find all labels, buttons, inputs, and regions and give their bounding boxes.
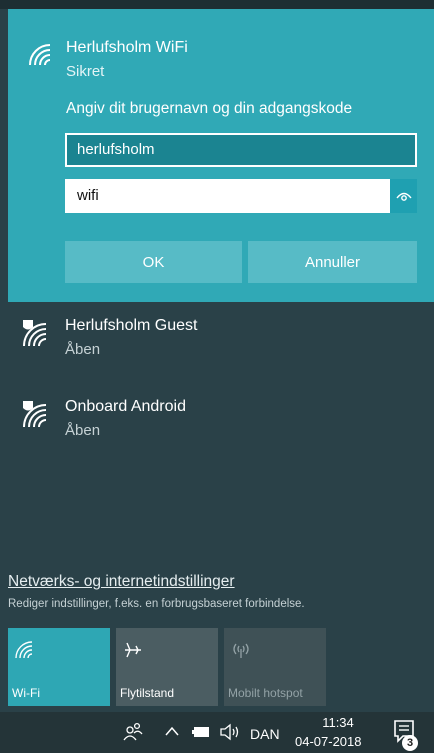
network-name: Herlufsholm WiFi — [66, 39, 188, 56]
quick-action-airplane-mode[interactable]: Flytilstand — [116, 628, 218, 706]
hotspot-icon — [233, 643, 249, 658]
unsecured-wifi-icon — [23, 401, 47, 428]
input-language[interactable]: DAN — [250, 726, 280, 742]
tile-label: Mobilt hotspot — [228, 686, 303, 700]
notification-count-badge: 3 — [402, 735, 418, 751]
selected-network-panel: Herlufsholm WiFi Sikret Angiv dit bruger… — [8, 9, 434, 302]
quick-action-wifi[interactable]: Wi-Fi — [8, 628, 110, 706]
clock-time[interactable]: 11:34 — [310, 715, 366, 730]
wifi-icon — [29, 44, 51, 66]
ok-button[interactable]: OK — [65, 241, 242, 283]
username-field[interactable]: herlufsholm — [65, 133, 417, 167]
people-icon[interactable] — [122, 721, 144, 743]
wifi-icon — [15, 641, 33, 659]
network-status: Åben — [65, 422, 101, 439]
credentials-prompt: Angiv dit brugernavn og din adgangskode — [66, 100, 353, 117]
volume-icon[interactable] — [219, 722, 243, 742]
chevron-up-icon[interactable] — [165, 726, 179, 736]
eye-icon — [395, 192, 412, 201]
network-status: Sikret — [66, 63, 105, 80]
tile-label: Flytilstand — [120, 686, 175, 700]
network-name: Herlufsholm Guest — [65, 317, 198, 334]
network-name: Onboard Android — [65, 398, 186, 415]
tile-label: Wi-Fi — [12, 686, 40, 700]
top-strip — [0, 0, 434, 9]
taskbar: DAN 11:34 04-07-2018 3 — [0, 712, 434, 753]
unsecured-wifi-icon — [23, 320, 47, 347]
clock-date[interactable]: 04-07-2018 — [295, 734, 362, 749]
network-item-onboard-android[interactable]: Onboard Android Åben — [8, 391, 434, 465]
reveal-password-button[interactable] — [390, 179, 417, 213]
battery-icon[interactable] — [192, 725, 212, 739]
airplane-icon — [125, 642, 141, 658]
quick-action-mobile-hotspot[interactable]: Mobilt hotspot — [224, 628, 326, 706]
network-status: Åben — [65, 341, 101, 358]
network-settings-link[interactable]: Netværks- og internetindstillinger — [8, 573, 235, 591]
network-settings-description: Rediger indstillinger, f.eks. en forbrug… — [8, 598, 305, 610]
cancel-button[interactable]: Annuller — [248, 241, 417, 283]
password-field[interactable]: wifi — [65, 179, 392, 213]
network-item-herlufsholm-guest[interactable]: Herlufsholm Guest Åben — [8, 310, 434, 384]
